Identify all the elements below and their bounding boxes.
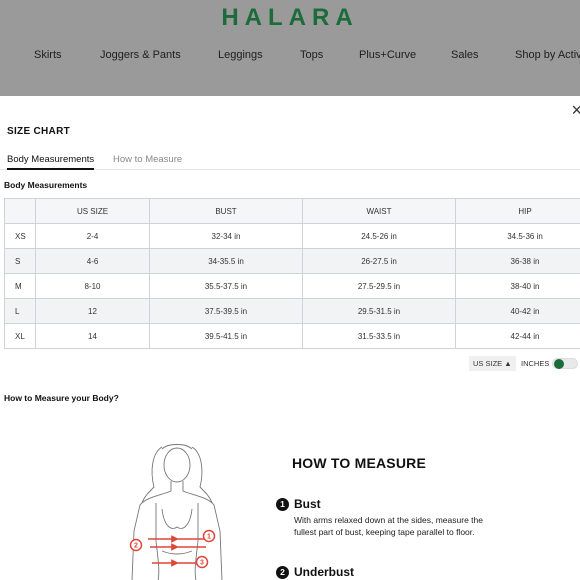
table-row: XS 2-4 32-34 in 24.5-26 in 34.5-36 in [4,223,580,249]
site-header-overlay: HALARA Skirts Joggers & Pants Leggings T… [0,0,580,96]
page: HALARA Skirts Joggers & Pants Leggings T… [0,0,580,580]
marker-2: 2 [129,538,143,552]
us-size-select[interactable]: US SIZE ▲ [469,356,516,371]
table-cell: 8-10 [35,273,150,299]
size-label: M [4,273,36,299]
nav-item-leggings[interactable]: Leggings [218,49,263,61]
table-header: BUST [149,198,303,224]
size-chart-tabs: Body Measurements How to Measure [0,154,580,170]
nav-item-sales[interactable]: Sales [451,49,479,61]
svg-text:2: 2 [134,543,138,550]
table-cell: 31.5-33.5 in [302,323,456,349]
section-label: Body Measurements [4,180,88,190]
us-size-label: US SIZE [473,359,503,368]
size-table: US SIZE BUST WAIST HIP XS 2-4 32-34 in 2… [4,198,580,349]
table-header-row: US SIZE BUST WAIST HIP [4,198,580,224]
toggle-knob [554,359,564,369]
table-cell: 38-40 in [455,273,580,299]
how-to-measure-heading: How to Measure your Body? [4,393,119,403]
nav-item-tops[interactable]: Tops [300,49,323,61]
table-cell: 27.5-29.5 in [302,273,456,299]
table-row: XL 14 39.5-41.5 in 31.5-33.5 in 42-44 in [4,323,580,349]
step-number-1: 1 [276,498,289,511]
size-label: XS [4,223,36,249]
step-number-2: 2 [276,566,289,579]
size-label: XL [4,323,36,349]
step-description-bust: With arms relaxed down at the sides, mea… [294,515,483,537]
table-cell: 35.5-37.5 in [149,273,303,299]
step-title-underbust: Underbust [294,565,354,579]
size-label: S [4,248,36,274]
step-title-bust: Bust [294,497,321,511]
table-cell: 34-35.5 in [149,248,303,274]
inches-label: INCHES [521,359,550,368]
unit-controls: US SIZE ▲ INCHES [0,356,580,372]
table-cell: 14 [35,323,150,349]
size-chart-modal: × SIZE CHART Body Measurements How to Me… [0,96,580,580]
table-header: US SIZE [35,198,150,224]
table-cell: 24.5-26 in [302,223,456,249]
table-cell: 39.5-41.5 in [149,323,303,349]
table-cell: 36-38 in [455,248,580,274]
site-logo[interactable]: HALARA [0,4,580,32]
marker-1: 1 [202,529,216,543]
body-measure-illustration: 1 2 3 [129,444,223,580]
table-cell: 26-27.5 in [302,248,456,274]
table-cell: 12 [35,298,150,324]
size-label: L [4,298,36,324]
svg-text:3: 3 [200,560,204,567]
svg-text:1: 1 [207,534,211,541]
table-cell: 29.5-31.5 in [302,298,456,324]
nav-item-skirts[interactable]: Skirts [34,49,62,61]
table-header [4,198,36,224]
table-cell: 2-4 [35,223,150,249]
nav-item-joggers-pants[interactable]: Joggers & Pants [100,49,181,61]
table-row: L 12 37.5-39.5 in 29.5-31.5 in 40-42 in [4,298,580,324]
table-cell: 32-34 in [149,223,303,249]
caret-up-icon: ▲ [504,359,512,368]
inches-toggle[interactable] [552,358,578,369]
nav-item-shop-by-activity[interactable]: Shop by Activ [515,49,580,61]
marker-3: 3 [195,555,209,569]
table-cell: 42-44 in [455,323,580,349]
table-cell: 34.5-36 in [455,223,580,249]
tab-body-measurements[interactable]: Body Measurements [7,154,95,170]
how-to-measure-title: HOW TO MEASURE [292,455,426,471]
close-icon[interactable]: × [571,101,580,119]
table-row: M 8-10 35.5-37.5 in 27.5-29.5 in 38-40 i… [4,273,580,299]
table-cell: 4-6 [35,248,150,274]
table-cell: 40-42 in [455,298,580,324]
main-nav: Skirts Joggers & Pants Leggings Tops Plu… [0,49,580,63]
table-header: HIP [455,198,580,224]
table-header: WAIST [302,198,456,224]
modal-title: SIZE CHART [7,126,70,137]
table-row: S 4-6 34-35.5 in 26-27.5 in 36-38 in [4,248,580,274]
table-cell: 37.5-39.5 in [149,298,303,324]
nav-item-plus-curve[interactable]: Plus+Curve [359,49,416,61]
tab-how-to-measure[interactable]: How to Measure [113,154,182,170]
